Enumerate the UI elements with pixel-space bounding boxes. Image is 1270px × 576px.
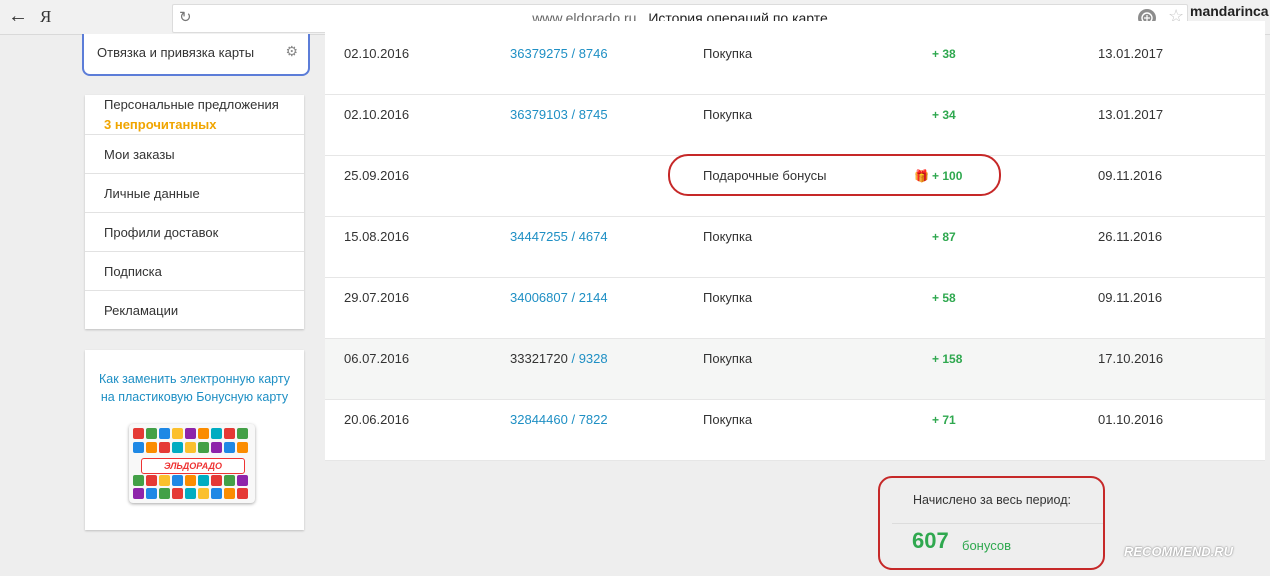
- account-menu: Персональные предложения 3 непрочитанных…: [85, 95, 304, 329]
- menu-item-label: Мои заказы: [104, 147, 175, 162]
- order-link[interactable]: 32844460 / 7822: [510, 412, 608, 428]
- order-link[interactable]: 36379103 / 8745: [510, 107, 608, 123]
- promo-line-2: на пластиковую Бонусную карту: [100, 390, 289, 404]
- menu-item-label: Подписка: [104, 264, 162, 279]
- highlight-ring: [668, 154, 1001, 196]
- expiry-date: 01.10.2016: [1098, 412, 1164, 427]
- user-name[interactable]: mandarinca: [1190, 3, 1269, 19]
- operation-date: 29.07.2016: [344, 290, 410, 305]
- menu-item-orders[interactable]: Мои заказы: [85, 135, 304, 174]
- gear-icon[interactable]: ⚙: [285, 43, 298, 60]
- bonus-summary: Начислено за весь период: 607 бонусов: [878, 476, 1105, 570]
- operation-type: Покупка: [703, 290, 753, 305]
- order-link[interactable]: 34006807 / 2144: [510, 290, 608, 306]
- summary-unit: бонусов: [962, 538, 1011, 553]
- operation-type: Покупка: [703, 107, 753, 122]
- expiry-date: 09.11.2016: [1098, 168, 1163, 183]
- menu-item-claims[interactable]: Рекламации: [85, 291, 304, 329]
- operations-table: 02.10.2016 36379275 / 8746 Покупка + 38 …: [325, 21, 1265, 461]
- bonus-card-image: ЭЛЬДОРАДО: [129, 424, 255, 503]
- bonus-amount: + 71: [932, 413, 956, 427]
- unread-count: 3 непрочитанных: [104, 117, 217, 132]
- table-row: 20.06.2016 32844460 / 7822 Покупка + 71 …: [325, 400, 1265, 461]
- summary-divider: [892, 523, 1103, 524]
- menu-item-delivery-profiles[interactable]: Профили доставок: [85, 213, 304, 252]
- operation-type: Покупка: [703, 351, 753, 366]
- eldorado-logo: ЭЛЬДОРАДО: [141, 458, 245, 474]
- yandex-logo[interactable]: Я: [40, 7, 51, 27]
- table-row: 02.10.2016 36379103 / 8745 Покупка + 34 …: [325, 95, 1265, 156]
- menu-item-label: Персональные предложения: [104, 97, 279, 112]
- table-row: 29.07.2016 34006807 / 2144 Покупка + 58 …: [325, 278, 1265, 339]
- operation-type: Покупка: [703, 412, 753, 427]
- promo-line-1: Как заменить электронную карту: [99, 372, 290, 386]
- table-row: 02.10.2016 36379275 / 8746 Покупка + 38 …: [325, 21, 1265, 95]
- bonus-amount: + 38: [932, 47, 956, 61]
- bonus-amount: + 87: [932, 230, 956, 244]
- operation-type: Покупка: [703, 46, 753, 61]
- card-link-label: Отвязка и привязка карты: [97, 45, 255, 60]
- back-arrow-icon[interactable]: ←: [8, 5, 28, 28]
- menu-item-subscription[interactable]: Подписка: [85, 252, 304, 291]
- watermark: RECOMMEND.RU: [1124, 544, 1234, 559]
- operation-date: 25.09.2016: [344, 168, 410, 183]
- expiry-date: 13.01.2017: [1098, 107, 1164, 122]
- menu-item-label: Рекламации: [104, 303, 179, 318]
- table-row: 15.08.2016 34447255 / 4674 Покупка + 87 …: [325, 217, 1265, 278]
- order-link[interactable]: 34447255 / 4674: [510, 229, 608, 245]
- card-promo-link[interactable]: Как заменить электронную карту на пласти…: [85, 370, 304, 406]
- operation-date: 02.10.2016: [344, 46, 410, 61]
- card-promo-panel: Как заменить электронную карту на пласти…: [85, 350, 304, 530]
- expiry-date: 13.01.2017: [1098, 46, 1164, 61]
- table-row: 06.07.2016 33321720 / 9328 Покупка + 158…: [325, 339, 1265, 400]
- operation-date: 06.07.2016: [344, 351, 410, 366]
- menu-item-label: Профили доставок: [104, 225, 219, 240]
- operation-date: 02.10.2016: [344, 107, 410, 122]
- operation-date: 15.08.2016: [344, 229, 410, 244]
- summary-total: 607: [912, 528, 949, 553]
- menu-item-personal-data[interactable]: Личные данные: [85, 174, 304, 213]
- card-link-panel[interactable]: Отвязка и привязка карты ⚙: [82, 34, 310, 76]
- operation-type: Покупка: [703, 229, 753, 244]
- menu-item-label: Личные данные: [104, 186, 200, 201]
- operation-date: 20.06.2016: [344, 412, 410, 427]
- summary-title: Начислено за весь период:: [913, 493, 1071, 507]
- bonus-amount: + 34: [932, 108, 956, 122]
- order-link[interactable]: 36379275 / 8746: [510, 46, 608, 62]
- bonus-amount: + 158: [932, 352, 963, 366]
- expiry-date: 17.10.2016: [1098, 351, 1164, 366]
- bonus-amount: + 58: [932, 291, 956, 305]
- menu-item-offers[interactable]: Персональные предложения 3 непрочитанных: [85, 95, 304, 135]
- order-link[interactable]: 33321720 / 9328: [510, 351, 608, 367]
- expiry-date: 09.11.2016: [1098, 290, 1163, 305]
- expiry-date: 26.11.2016: [1098, 229, 1163, 244]
